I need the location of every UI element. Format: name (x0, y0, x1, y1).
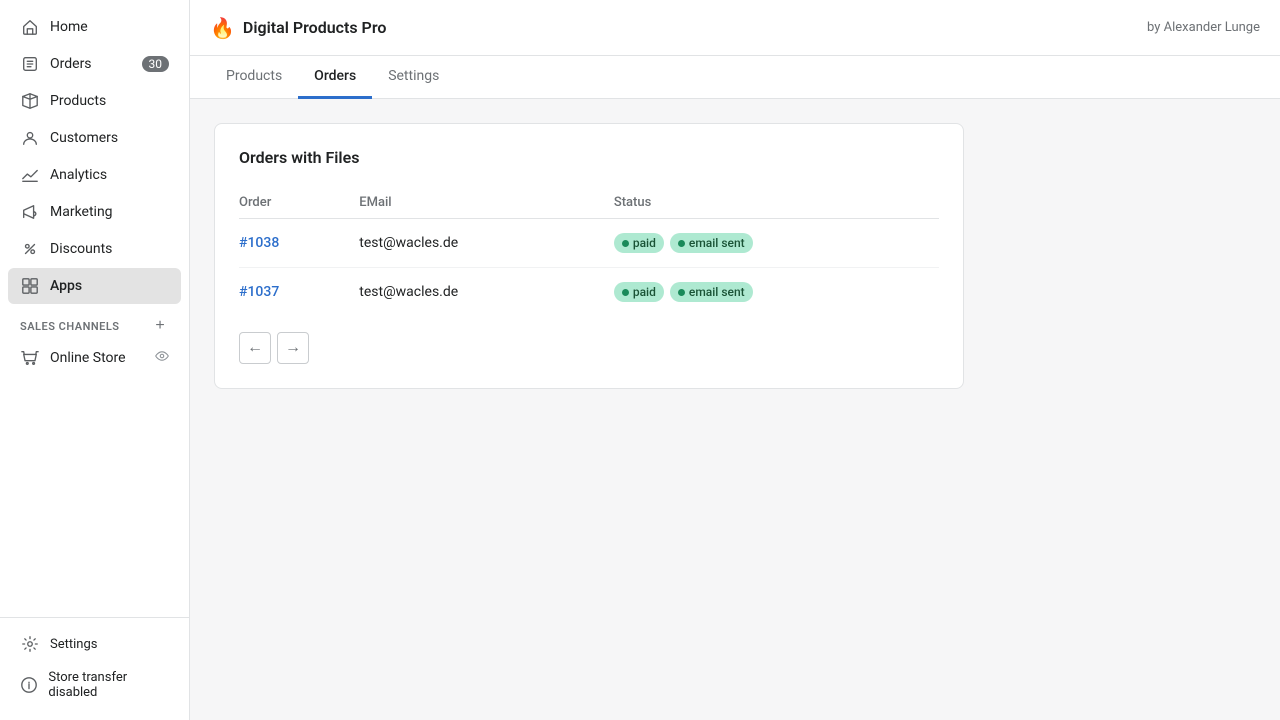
badge-paid-2: paid (614, 282, 664, 302)
tab-orders[interactable]: Orders (298, 56, 372, 99)
sidebar: Home Orders 30 Products Customers (0, 0, 190, 720)
badge-row-2: paid email sent (614, 282, 927, 302)
pagination: ← → (239, 332, 939, 364)
order-number-1: #1038 (239, 219, 347, 268)
orders-badge: 30 (142, 56, 170, 72)
order-link-1037[interactable]: #1037 (239, 284, 279, 300)
sidebar-item-home-label: Home (50, 19, 88, 35)
content-area: Orders with Files Order EMail Status #10… (190, 99, 1280, 720)
tabs-bar: Products Orders Settings (190, 56, 1280, 99)
order-email-2: test@wacles.de (347, 268, 602, 317)
add-sales-channel-button[interactable]: + (151, 317, 169, 335)
sidebar-item-online-store-label: Online Store (50, 350, 126, 366)
sales-channels-section: SALES CHANNELS + (0, 305, 189, 339)
sidebar-item-products-label: Products (50, 93, 106, 109)
order-link-1038[interactable]: #1038 (239, 235, 279, 251)
sidebar-bottom: Settings Store transfer disabled (0, 617, 189, 720)
customers-icon (20, 128, 40, 148)
order-status-1: paid email sent (602, 219, 939, 268)
table-row: #1038 test@wacles.de paid (239, 219, 939, 268)
table-body: #1038 test@wacles.de paid (239, 219, 939, 317)
order-number-2: #1037 (239, 268, 347, 317)
orders-card: Orders with Files Order EMail Status #10… (214, 123, 964, 389)
sidebar-item-online-store[interactable]: Online Store (8, 340, 181, 376)
info-icon (20, 675, 38, 695)
order-status-2: paid email sent (602, 268, 939, 317)
sidebar-item-marketing-label: Marketing (50, 204, 113, 220)
store-icon (20, 348, 40, 368)
table-row: #1037 test@wacles.de paid (239, 268, 939, 317)
order-email-1: test@wacles.de (347, 219, 602, 268)
paid-dot-2 (622, 289, 629, 296)
settings-item[interactable]: Settings (8, 626, 181, 662)
sidebar-item-apps[interactable]: Apps (8, 268, 181, 304)
sidebar-item-discounts-label: Discounts (50, 241, 112, 257)
home-icon (20, 17, 40, 37)
badge-email-1: email sent (670, 233, 753, 253)
settings-icon (20, 634, 40, 654)
sidebar-item-orders[interactable]: Orders 30 (8, 46, 181, 82)
col-email: EMail (347, 187, 602, 219)
sidebar-item-marketing[interactable]: Marketing (8, 194, 181, 230)
store-transfer-label: Store transfer disabled (48, 670, 169, 700)
badge-email-2: email sent (670, 282, 753, 302)
paid-dot-1 (622, 240, 629, 247)
store-transfer-item[interactable]: Store transfer disabled (8, 662, 181, 708)
sidebar-nav: Home Orders 30 Products Customers (0, 0, 189, 617)
app-title: 🔥 Digital Products Pro (210, 16, 386, 40)
orders-icon (20, 54, 40, 74)
col-order: Order (239, 187, 347, 219)
app-emoji: 🔥 (210, 16, 235, 40)
sidebar-item-discounts[interactable]: Discounts (8, 231, 181, 267)
app-title-area: 🔥 Digital Products Pro (210, 16, 386, 40)
email-dot-2 (678, 289, 685, 296)
tab-settings[interactable]: Settings (372, 56, 455, 99)
card-title: Orders with Files (239, 148, 939, 167)
sidebar-item-customers-label: Customers (50, 130, 118, 146)
app-header: 🔥 Digital Products Pro by Alexander Lung… (190, 0, 1280, 56)
badge-paid-1: paid (614, 233, 664, 253)
col-status: Status (602, 187, 939, 219)
tab-products[interactable]: Products (210, 56, 298, 99)
settings-label: Settings (50, 637, 97, 652)
sidebar-item-customers[interactable]: Customers (8, 120, 181, 156)
apps-icon (20, 276, 40, 296)
sidebar-item-products[interactable]: Products (8, 83, 181, 119)
table-header: Order EMail Status (239, 187, 939, 219)
prev-page-button[interactable]: ← (239, 332, 271, 364)
badge-row-1: paid email sent (614, 233, 927, 253)
next-page-button[interactable]: → (277, 332, 309, 364)
marketing-icon (20, 202, 40, 222)
app-by: by Alexander Lunge (1147, 20, 1260, 35)
email-dot-1 (678, 240, 685, 247)
sidebar-item-analytics[interactable]: Analytics (8, 157, 181, 193)
sidebar-item-orders-label: Orders (50, 56, 92, 72)
app-title-text: Digital Products Pro (243, 18, 387, 37)
eye-icon (155, 349, 169, 367)
products-icon (20, 91, 40, 111)
main-area: 🔥 Digital Products Pro by Alexander Lung… (190, 0, 1280, 720)
sidebar-item-apps-label: Apps (50, 278, 82, 294)
analytics-icon (20, 165, 40, 185)
orders-table: Order EMail Status #1038 test@wacles.de (239, 187, 939, 316)
sidebar-item-analytics-label: Analytics (50, 167, 107, 183)
discounts-icon (20, 239, 40, 259)
sidebar-item-home[interactable]: Home (8, 9, 181, 45)
